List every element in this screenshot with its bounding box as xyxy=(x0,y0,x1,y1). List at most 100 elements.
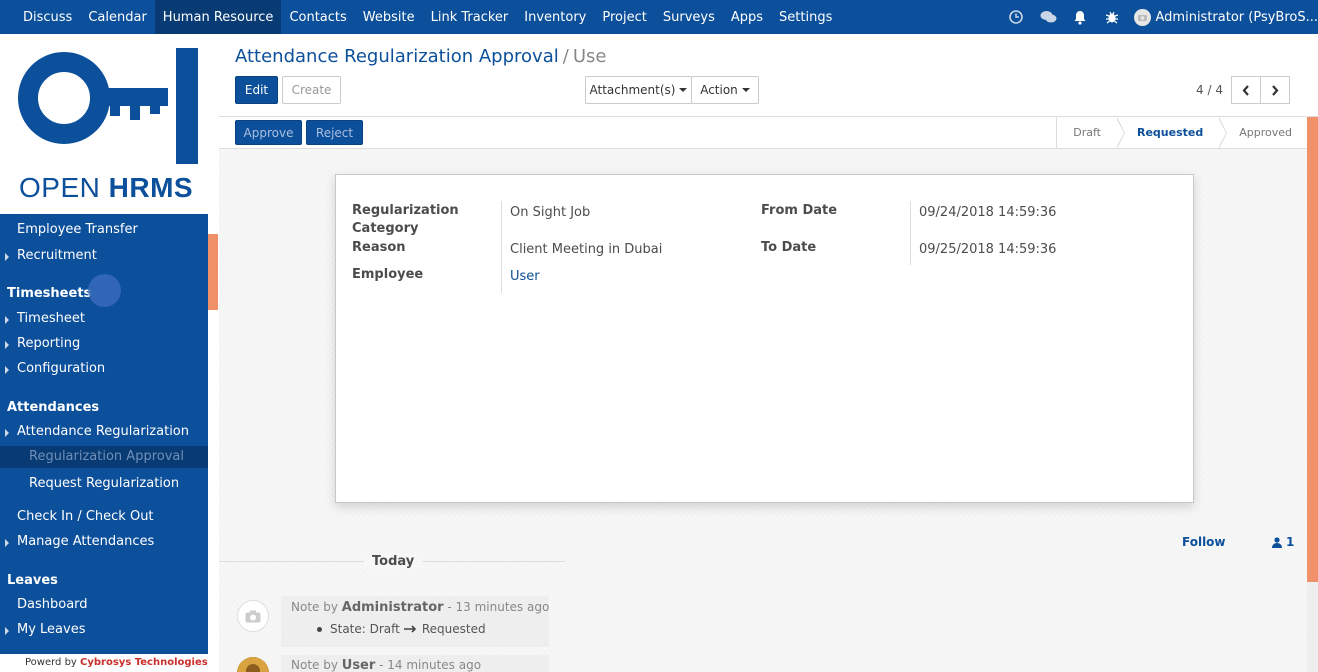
arrow-right-icon xyxy=(403,625,417,633)
sidebar-item-label: Leaves xyxy=(7,573,58,588)
stage-approved[interactable]: Approved xyxy=(1219,117,1307,148)
message-time: - 13 minutes ago xyxy=(443,600,550,614)
chevron-left-icon xyxy=(1242,84,1249,96)
caret-down-icon xyxy=(679,88,688,92)
reject-button[interactable]: Reject xyxy=(306,120,363,145)
control-panel: Attendance Regularization Approval / Use E… xyxy=(219,34,1318,117)
message-author[interactable]: Administrator xyxy=(342,600,444,615)
stage-draft[interactable]: Draft xyxy=(1057,117,1125,149)
breadcrumb-separator: / xyxy=(562,46,569,67)
employee-label: Employee xyxy=(352,267,424,282)
user-icon xyxy=(1272,536,1282,548)
employee-value[interactable]: User xyxy=(510,269,540,284)
sidebar-item-configuration[interactable]: Configuration xyxy=(0,361,208,376)
sidebar: OPEN HRMS Employee Transfer Recruitment Ti… xyxy=(0,34,208,672)
caret-down-icon xyxy=(741,88,750,92)
reason-label: Reason xyxy=(352,240,406,255)
tracking-value: State: Draft Requested xyxy=(317,622,486,636)
bug-icon[interactable] xyxy=(1096,0,1128,34)
menu-apps[interactable]: Apps xyxy=(723,0,771,34)
sidebar-item-label: Attendances xyxy=(7,400,100,415)
sidebar-item-label: Configuration xyxy=(17,361,106,376)
stage-requested[interactable]: Requested xyxy=(1117,117,1228,149)
from-date-label: From Date xyxy=(761,203,838,218)
sidebar-item-attendance-regularization[interactable]: Attendance Regularization xyxy=(0,424,208,439)
menu-website[interactable]: Website xyxy=(355,0,423,34)
status-stages: Draft Requested Approved xyxy=(1056,117,1307,149)
followers-button[interactable]: 1 xyxy=(1272,535,1294,549)
pager-next-button[interactable] xyxy=(1260,76,1290,104)
sidebar-item-request-regularization[interactable]: Request Regularization xyxy=(0,476,208,491)
sidebar-item-label: Attendance Regularization xyxy=(17,424,189,439)
sidebar-item-reporting[interactable]: Reporting xyxy=(0,336,208,351)
create-button[interactable]: Create xyxy=(282,76,341,104)
approve-button[interactable]: Approve xyxy=(235,120,302,145)
content-scrollbar[interactable] xyxy=(1307,117,1318,672)
caret-right-icon xyxy=(5,429,9,437)
brand-name: OPEN HRMS xyxy=(19,172,194,203)
message-author[interactable]: User xyxy=(342,658,376,672)
attachments-dropdown[interactable]: Attachment(s) xyxy=(585,76,692,104)
message-avatar[interactable] xyxy=(237,600,269,632)
powered-by: Powerd by Cybrosys Technologies xyxy=(0,654,208,672)
edit-button[interactable]: Edit xyxy=(235,76,278,104)
menu-surveys[interactable]: Surveys xyxy=(655,0,723,34)
attachments-label: Attachment(s) xyxy=(589,83,676,97)
sidebar-item-label: Timesheet xyxy=(17,311,85,326)
sidebar-item-recruitment[interactable]: Recruitment xyxy=(0,248,208,263)
form-sheet: Regularization Category On Sight Job Rea… xyxy=(335,174,1194,503)
caret-right-icon xyxy=(5,539,9,547)
message-item: Note by Administrator - 13 minutes ago S… xyxy=(281,596,549,647)
pager-value[interactable]: 4 / 4 xyxy=(1196,83,1223,97)
sidebar-item-manage-attendances[interactable]: Manage Attendances xyxy=(0,534,208,549)
bell-icon[interactable] xyxy=(1064,0,1096,34)
breadcrumb-parent[interactable]: Attendance Regularization Approval xyxy=(235,46,559,67)
menu-inventory[interactable]: Inventory xyxy=(516,0,594,34)
camera-icon xyxy=(245,610,261,622)
followers-count: 1 xyxy=(1286,535,1295,549)
sidebar-item-timesheet[interactable]: Timesheet xyxy=(0,311,208,326)
menu-settings[interactable]: Settings xyxy=(771,0,840,34)
menu-calendar[interactable]: Calendar xyxy=(80,0,154,34)
main-menu: Discuss Calendar Human Resource Contacts… xyxy=(15,0,840,34)
scrollbar-thumb[interactable] xyxy=(1307,117,1318,582)
user-name: Administrator (PsyBroS... xyxy=(1155,9,1318,25)
caret-right-icon xyxy=(5,627,9,635)
sidebar-scroll-indicator[interactable] xyxy=(208,234,218,310)
message-time: - 14 minutes ago xyxy=(375,658,482,672)
sidebar-item-my-leaves[interactable]: My Leaves xyxy=(0,622,208,637)
sidebar-item-label: Request Regularization xyxy=(29,476,180,491)
to-date-label: To Date xyxy=(761,240,817,255)
reason-value[interactable]: Client Meeting in Dubai xyxy=(510,242,662,257)
sidebar-item-dashboard[interactable]: Dashboard xyxy=(0,597,208,612)
to-date-value[interactable]: 09/25/2018 14:59:36 xyxy=(919,242,1056,257)
chevron-right-icon xyxy=(1272,84,1279,96)
action-dropdown[interactable]: Action xyxy=(691,76,759,104)
menu-contacts[interactable]: Contacts xyxy=(281,0,354,34)
sidebar-item-employee-transfer[interactable]: Employee Transfer xyxy=(0,222,208,237)
from-date-value[interactable]: 09/24/2018 14:59:36 xyxy=(919,205,1056,220)
sidebar-item-label: Timesheets xyxy=(7,286,92,301)
sidebar-item-label: Regularization Approval xyxy=(29,449,184,464)
hover-ripple xyxy=(88,274,121,307)
form-statusbar: Approve Reject Draft Requested Approved xyxy=(219,117,1307,149)
sidebar-item-check-in-check-out[interactable]: Check In / Check Out xyxy=(0,509,208,524)
menu-discuss[interactable]: Discuss xyxy=(15,0,80,34)
sidebar-item-label: Check In / Check Out xyxy=(17,509,154,524)
sidebar-item-regularization-approval[interactable]: Regularization Approval xyxy=(0,446,208,468)
menu-project[interactable]: Project xyxy=(594,0,654,34)
user-menu[interactable]: Administrator (PsyBroS... xyxy=(1128,8,1318,26)
field-divider xyxy=(501,201,502,293)
systray: Administrator (PsyBroS... xyxy=(1000,0,1318,34)
chat-icon[interactable] xyxy=(1032,0,1064,34)
pager-previous-button[interactable] xyxy=(1231,76,1261,104)
field-divider xyxy=(910,201,911,265)
user-avatar xyxy=(1134,8,1151,26)
menu-human-resource[interactable]: Human Resource xyxy=(154,0,282,34)
sidebar-item-label: Dashboard xyxy=(17,597,88,612)
sidebar-item-label: Recruitment xyxy=(17,248,97,263)
category-value[interactable]: On Sight Job xyxy=(510,205,590,220)
follow-button[interactable]: Follow xyxy=(1182,535,1226,549)
menu-link-tracker[interactable]: Link Tracker xyxy=(423,0,517,34)
clock-icon[interactable] xyxy=(1000,0,1032,34)
